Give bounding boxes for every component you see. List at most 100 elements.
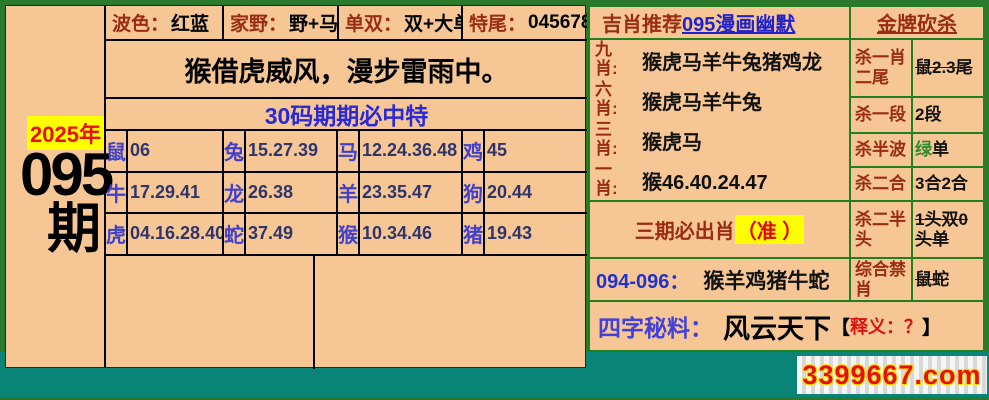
three-xiao-label: 三肖:: [595, 121, 622, 158]
zodiac-cell-animal: 蛇: [224, 214, 246, 256]
kill-half-wave-value-green: 绿: [915, 140, 932, 160]
issue-number: 095: [20, 145, 111, 205]
four-char-secret-row: 四字秘料： 风云天下 【 释义：？ 】: [590, 302, 983, 350]
kill-two-combo-label: 杀二合: [851, 168, 913, 200]
zodiac-number-table: 鼠 06 兔 15.27.39 马 12.24.36.48 鸡 45 牛 17.…: [106, 131, 587, 256]
odd-even-cell: 单双： 双+大单: [339, 6, 463, 41]
special-tail-value: 0456789: [526, 12, 587, 34]
combined-ban-row: 综合禁肖 鼠蛇: [851, 259, 983, 300]
kill-two-half-head-row: 杀二半头 1头双0头单: [851, 202, 983, 257]
recommend-label: 吉肖推荐: [602, 8, 682, 37]
recommendation-panel: 吉肖推荐 095漫画幽默 金牌砍杀 九肖: 猴虎马羊牛兔猪鸡龙 六肖: 猴虎马羊…: [588, 5, 985, 352]
recommend-header-cell: 吉肖推荐 095漫画幽默: [590, 7, 851, 38]
zodiac-cell-animal: 虎: [106, 214, 128, 256]
range-cell: 094-096： 猴羊鸡猪牛蛇: [590, 259, 851, 300]
six-xiao-row: 六肖: 猴虎马羊牛兔: [590, 80, 849, 120]
kill-one-xiao-two-tail-row: 杀一肖二尾 鼠2.3尾: [851, 40, 983, 98]
range-issues-label: 094-096：: [596, 265, 689, 294]
zodiac-cell-animal: 狗: [463, 173, 485, 215]
special-tail-label: 特尾：: [469, 9, 526, 36]
one-xiao-value: 猴46.40.24.47: [622, 166, 768, 195]
issue-column: 2025年 095 期: [6, 6, 106, 367]
wave-color-cell: 波色： 红蓝: [106, 6, 224, 41]
one-xiao-label: 一肖:: [595, 161, 622, 198]
kill-two-half-head-label: 杀二半头: [851, 202, 913, 257]
wave-color-label: 波色：: [112, 9, 169, 36]
zodiac-cell-numbers: 15.27.39: [246, 131, 338, 173]
secret-meaning-note: 释义：？: [850, 313, 922, 339]
empty-bottom-area: [106, 256, 587, 369]
attribute-strip: 波色： 红蓝 家野： 野+马羊 单双： 双+大单 特尾： 0456789: [106, 6, 587, 41]
zodiac-cell-numbers: 12.24.36.48: [360, 131, 463, 173]
secret-bracket-close: 】: [922, 313, 941, 340]
zodiac-cell-animal: 猴: [338, 214, 360, 256]
issue-period-char: 期: [47, 202, 101, 256]
zodiac-cell-animal: 鼠: [106, 131, 128, 173]
site-url[interactable]: 3399667.com: [802, 360, 981, 391]
kill-half-wave-label: 杀半波: [851, 134, 913, 166]
zodiac-cell-numbers: 04.16.28.40: [128, 214, 224, 256]
zodiac-cell-numbers: 10.34.46: [360, 214, 463, 256]
kill-one-segment-row: 杀一段 2段: [851, 98, 983, 134]
must-hit-cell: 三期必出肖 （准 ）: [590, 202, 851, 257]
empty-area-divider: [313, 256, 315, 369]
kill-one-xiao-two-tail-label: 杀一肖二尾: [851, 40, 913, 96]
odd-even-label: 单双：: [345, 9, 402, 36]
kill-two-combo-value: 3合2合: [913, 168, 983, 200]
six-xiao-label: 六肖:: [595, 81, 622, 118]
secret-label: 四字秘料：: [598, 309, 713, 343]
nine-xiao-value: 猴虎马羊牛兔猪鸡龙: [622, 46, 822, 75]
banner-30-codes: 30码期期必中特: [106, 99, 587, 131]
kill-one-xiao-two-tail-value: 鼠2.3尾: [915, 58, 973, 78]
gold-kill-title[interactable]: 金牌砍杀: [851, 7, 983, 38]
kill-half-wave-row: 杀半波 绿 单: [851, 134, 983, 168]
zodiac-cell-animal: 兔: [224, 131, 246, 173]
xiao-recommend-column: 九肖: 猴虎马羊牛兔猪鸡龙 六肖: 猴虎马羊牛兔 三肖: 猴虎马 一肖: 猴46…: [590, 40, 851, 200]
zodiac-cell-animal: 马: [338, 131, 360, 173]
combined-ban-value: 鼠蛇: [915, 270, 949, 290]
main-panel: 2025年 095 期 波色： 红蓝 家野： 野+马羊 单双： 双+大单 特尾：…: [5, 5, 586, 368]
zodiac-cell-numbers: 06: [128, 131, 224, 173]
kill-column: 杀一肖二尾 鼠2.3尾 杀一段 2段 杀半波 绿 单 杀二合 3合2合: [851, 40, 983, 200]
zodiac-cell-numbers: 20.44: [485, 173, 587, 215]
home-wild-value: 野+马羊: [287, 9, 339, 36]
zodiac-cell-numbers: 45: [485, 131, 587, 173]
three-xiao-value: 猴虎马: [622, 126, 702, 155]
zodiac-cell-numbers: 23.35.47: [360, 173, 463, 215]
zodiac-cell-animal: 鸡: [463, 131, 485, 173]
zodiac-cell-numbers: 37.49: [246, 214, 338, 256]
kill-two-half-head-value: 1头双0头单: [915, 210, 983, 249]
riddle-phrase: 猴借虎威风，漫步雷雨中。: [106, 41, 587, 99]
zodiac-cell-numbers: 19.43: [485, 214, 587, 256]
must-hit-label: 三期必出肖: [635, 215, 735, 244]
zodiac-cell-animal: 猪: [463, 214, 485, 256]
special-tail-cell: 特尾： 0456789: [463, 6, 587, 41]
zodiac-cell-animal: 牛: [106, 173, 128, 215]
kill-one-segment-value: 2段: [913, 98, 983, 132]
kill-half-wave-value-rest: 单: [932, 140, 949, 160]
kill-one-segment-label: 杀一段: [851, 98, 913, 132]
range-zodiac-value: 猴羊鸡猪牛蛇: [689, 265, 829, 295]
zodiac-cell-numbers: 26.38: [246, 173, 338, 215]
lottery-tip-sheet: 2025年 095 期 波色： 红蓝 家野： 野+马羊 单双： 双+大单 特尾：…: [0, 0, 989, 400]
combined-ban-label: 综合禁肖: [851, 259, 913, 300]
comic-humor-link[interactable]: 095漫画幽默: [682, 8, 795, 37]
zodiac-cell-numbers: 17.29.41: [128, 173, 224, 215]
three-xiao-row: 三肖: 猴虎马: [590, 120, 849, 160]
home-wild-label: 家野：: [230, 9, 287, 36]
secret-bracket-open: 【: [831, 313, 850, 340]
site-badge[interactable]: 3399667.com: [797, 356, 987, 394]
secret-value: 风云天下: [713, 307, 831, 346]
range-row: 094-096： 猴羊鸡猪牛蛇 综合禁肖 鼠蛇: [590, 259, 983, 302]
odd-even-value: 双+大单: [402, 9, 463, 36]
home-wild-cell: 家野： 野+马羊: [224, 6, 339, 41]
right-panel-header: 吉肖推荐 095漫画幽默 金牌砍杀: [590, 7, 983, 40]
kill-two-combo-row: 杀二合 3合2合: [851, 168, 983, 200]
right-panel-body: 九肖: 猴虎马羊牛兔猪鸡龙 六肖: 猴虎马羊牛兔 三肖: 猴虎马 一肖: 猴46…: [590, 40, 983, 202]
zodiac-cell-animal: 羊: [338, 173, 360, 215]
nine-xiao-row: 九肖: 猴虎马羊牛兔猪鸡龙: [590, 40, 849, 80]
must-hit-accurate-mark: （准 ）: [735, 215, 805, 244]
zodiac-cell-animal: 龙: [224, 173, 246, 215]
one-xiao-row: 一肖: 猴46.40.24.47: [590, 160, 849, 200]
six-xiao-value: 猴虎马羊牛兔: [622, 86, 762, 115]
